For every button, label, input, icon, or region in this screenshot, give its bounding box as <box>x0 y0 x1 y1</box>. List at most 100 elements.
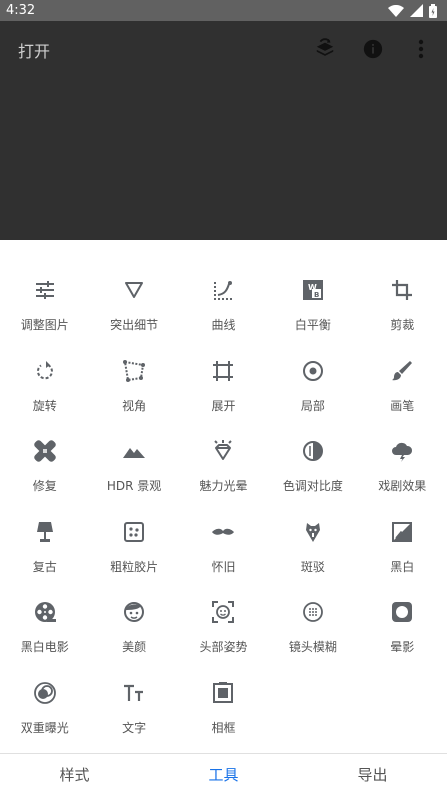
tool-expand[interactable]: 展开 <box>179 351 268 432</box>
tool-vignette[interactable]: 晕影 <box>358 592 447 673</box>
drama-cloud-icon <box>388 437 416 465</box>
tool-perspective[interactable]: 视角 <box>89 351 178 432</box>
triangle-down-icon <box>120 276 148 304</box>
tool-label: 画笔 <box>390 398 415 413</box>
tool-label: 黑白电影 <box>20 640 69 654</box>
tool-healing[interactable]: 修复 <box>0 431 89 512</box>
bottom-nav: 样式 工具 导出 <box>0 753 447 795</box>
tool-label: 视角 <box>122 398 147 413</box>
black-white-icon <box>388 518 416 546</box>
brush-icon <box>388 357 416 385</box>
tool-label: 旋转 <box>32 398 57 413</box>
tool-label: 文字 <box>122 720 147 735</box>
more-vert-icon <box>418 39 424 59</box>
open-button[interactable]: 打开 <box>18 38 50 62</box>
tool-glamour-glow[interactable]: 魅力光晕 <box>179 431 268 512</box>
app-actions <box>309 35 437 63</box>
battery-icon <box>429 3 437 18</box>
curves-icon <box>209 276 237 304</box>
tool-label: 怀旧 <box>211 559 236 574</box>
tool-label: 剪裁 <box>390 318 415 332</box>
white-balance-icon: WB <box>299 276 327 304</box>
info-button[interactable] <box>357 35 389 63</box>
tool-details[interactable]: 突出细节 <box>89 270 178 351</box>
face-icon <box>120 598 148 626</box>
status-bar: 4:32 <box>0 0 447 21</box>
info-icon <box>363 39 383 59</box>
tool-retrolux[interactable]: 怀旧 <box>179 512 268 593</box>
tool-tonal-contrast[interactable]: 色调对比度 <box>268 431 357 512</box>
tool-selective[interactable]: 局部 <box>268 351 357 432</box>
crop-icon <box>388 276 416 304</box>
rotate-icon <box>31 357 59 385</box>
tool-label: 相框 <box>211 720 236 735</box>
tool-frame[interactable]: 相框 <box>179 673 268 754</box>
tool-label: 斑驳 <box>300 559 325 574</box>
tool-face[interactable]: 美颜 <box>89 592 178 673</box>
tool-text[interactable]: 文字 <box>89 673 178 754</box>
tool-drama[interactable]: 戏剧效果 <box>358 431 447 512</box>
tune-icon <box>31 276 59 304</box>
vintage-lamp-icon <box>31 518 59 546</box>
tools-panel: 调整图片 突出细节 曲线 WB 白平衡 剪裁 旋转 视角 展开 局部 画笔 修复… <box>0 240 447 753</box>
tool-head-pose[interactable]: 头部姿势 <box>179 592 268 673</box>
signal-icon <box>410 4 423 17</box>
tonal-contrast-icon <box>299 437 327 465</box>
expand-icon <box>209 357 237 385</box>
tab-tools[interactable]: 工具 <box>149 754 298 795</box>
tool-label: 戏剧效果 <box>378 479 427 493</box>
tool-label: 局部 <box>300 398 325 413</box>
tool-label: 粗粒胶片 <box>110 559 159 574</box>
vignette-icon <box>388 598 416 626</box>
tool-label: 头部姿势 <box>199 640 248 654</box>
tool-rotate[interactable]: 旋转 <box>0 351 89 432</box>
healing-icon <box>31 437 59 465</box>
film-reel-icon <box>31 598 59 626</box>
tool-label: 镜头模糊 <box>288 640 337 654</box>
undo-stack-button[interactable] <box>309 35 341 63</box>
tool-grunge[interactable]: 斑驳 <box>268 512 357 593</box>
tab-export[interactable]: 导出 <box>298 754 447 795</box>
tool-label: 色调对比度 <box>282 479 343 493</box>
tab-styles[interactable]: 样式 <box>0 754 149 795</box>
tool-tune[interactable]: 调整图片 <box>0 270 89 351</box>
perspective-icon <box>120 357 148 385</box>
tool-label: 白平衡 <box>294 318 331 332</box>
tool-hdr[interactable]: HDR 景观 <box>89 431 178 512</box>
app-area: 打开 <box>0 21 447 240</box>
tool-label: 晕影 <box>390 640 415 654</box>
more-menu-button[interactable] <box>405 35 437 63</box>
selective-icon <box>299 357 327 385</box>
double-exposure-icon <box>31 679 59 707</box>
tool-white-balance[interactable]: WB 白平衡 <box>268 270 357 351</box>
tool-label: 双重曝光 <box>20 720 69 735</box>
tool-label: 黑白 <box>390 559 415 574</box>
svg-text:B: B <box>314 291 319 299</box>
lens-blur-icon <box>299 598 327 626</box>
glamour-glow-icon <box>209 437 237 465</box>
grunge-icon <box>299 518 327 546</box>
mountain-icon <box>120 437 148 465</box>
tool-noir[interactable]: 黑白电影 <box>0 592 89 673</box>
tool-curves[interactable]: 曲线 <box>179 270 268 351</box>
tool-vintage[interactable]: 复古 <box>0 512 89 593</box>
tool-label: HDR 景观 <box>106 479 162 493</box>
tool-label: 魅力光晕 <box>199 479 248 493</box>
tools-grid: 调整图片 突出细节 曲线 WB 白平衡 剪裁 旋转 视角 展开 局部 画笔 修复… <box>0 270 447 753</box>
grainy-film-icon <box>120 518 148 546</box>
text-icon <box>120 679 148 707</box>
tool-brush[interactable]: 画笔 <box>358 351 447 432</box>
layers-undo-icon <box>316 38 334 56</box>
tool-crop[interactable]: 剪裁 <box>358 270 447 351</box>
tool-label: 展开 <box>211 398 236 413</box>
tool-label: 美颜 <box>122 640 147 654</box>
status-time: 4:32 <box>6 3 36 18</box>
tool-double-exposure[interactable]: 双重曝光 <box>0 673 89 754</box>
tool-grainy-film[interactable]: 粗粒胶片 <box>89 512 178 593</box>
tool-label: 修复 <box>32 479 57 493</box>
tool-lens-blur[interactable]: 镜头模糊 <box>268 592 357 673</box>
tool-black-white[interactable]: 黑白 <box>358 512 447 593</box>
mustache-icon <box>209 518 237 546</box>
status-icons <box>388 3 437 18</box>
wifi-icon <box>388 4 404 17</box>
